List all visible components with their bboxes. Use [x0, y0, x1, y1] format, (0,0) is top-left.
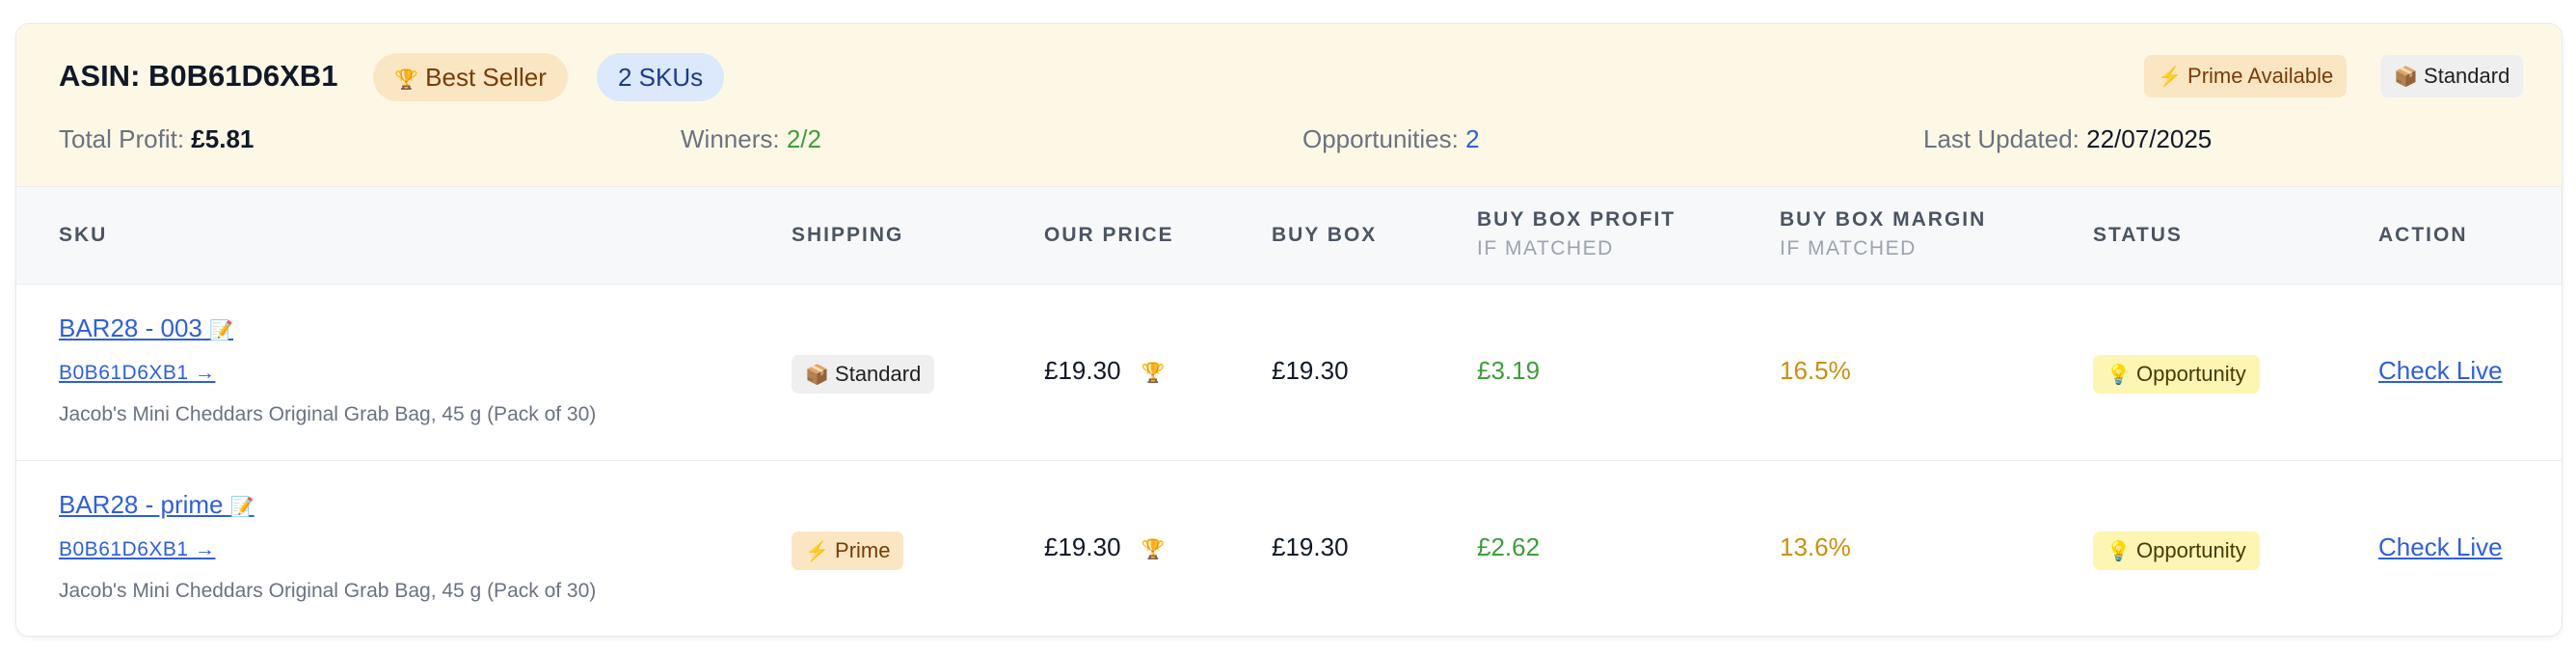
opportunities-label: Opportunities: [1302, 124, 1459, 153]
total-profit-label: Total Profit: [59, 124, 185, 153]
trophy-icon: 🏆 [1140, 363, 1166, 384]
column-header-our-price: OUR PRICE [1044, 224, 1174, 246]
our-price-value: £19.30 [1044, 356, 1121, 385]
status-badge: 💡 Opportunity [2093, 531, 2260, 570]
buy-box-profit: £2.62 [1477, 532, 1541, 561]
memo-icon: 📝 [209, 320, 234, 341]
product-description: Jacob's Mini Cheddars Original Grab Bag,… [59, 580, 597, 602]
opportunities-stat: Opportunities: 2 [1302, 124, 1480, 154]
shipping-badge: ⚡ Prime [792, 531, 904, 570]
last-updated-label: Last Updated: [1923, 124, 2080, 153]
column-subheader-profit: IF MATCHED [1477, 237, 1614, 259]
asin-title: ASIN: B0B61D6XB1 [59, 59, 338, 93]
package-icon: 📦 [2394, 67, 2418, 88]
opportunities-value: 2 [1465, 124, 1480, 153]
card-header: ASIN: B0B61D6XB1 🏆 Best Seller 2 SKUs ⚡ … [16, 24, 2562, 187]
asin-link[interactable]: B0B61D6XB1 → [59, 362, 215, 385]
total-profit-stat: Total Profit: £5.81 [59, 124, 254, 154]
trophy-icon: 🏆 [394, 69, 418, 91]
winners-stat: Winners: 2/2 [681, 124, 821, 154]
package-icon: 📦 [805, 365, 829, 386]
shipping-badge: 📦 Standard [792, 355, 935, 394]
lightning-icon: ⚡ [2158, 67, 2182, 88]
shipping-label: Standard [835, 362, 922, 386]
winners-label: Winners: [681, 124, 780, 153]
buy-box-price: £19.30 [1272, 356, 1349, 385]
lightning-icon: ⚡ [805, 541, 829, 562]
table-row: BAR28 - prime 📝 B0B61D6XB1 → Jacob's Min… [16, 461, 2562, 636]
column-header-action: ACTION [2378, 224, 2468, 246]
column-header-sku: SKU [59, 224, 108, 246]
sku-link-text[interactable]: BAR28 - prime [59, 490, 224, 519]
best-seller-badge: 🏆 Best Seller [373, 53, 568, 101]
prime-available-label: Prime Available [2187, 64, 2334, 88]
our-price-value: £19.30 [1044, 532, 1121, 561]
sku-count-badge: 2 SKUs [597, 53, 725, 101]
shipping-label: Prime [835, 538, 891, 562]
sku-link[interactable]: BAR28 - prime 📝 [59, 490, 255, 520]
standard-tag: 📦 Standard [2380, 55, 2524, 97]
prime-available-tag: ⚡ Prime Available [2144, 55, 2348, 97]
memo-icon: 📝 [229, 497, 255, 518]
total-profit-value: £5.81 [191, 124, 255, 153]
lightbulb-icon: 💡 [2106, 541, 2131, 562]
column-header-buy-box-margin: BUY BOX MARGIN [1780, 208, 1987, 231]
product-description: Jacob's Mini Cheddars Original Grab Bag,… [59, 403, 597, 425]
trophy-icon: 🏆 [1140, 539, 1166, 560]
our-price: £19.30 🏆 [1044, 532, 1166, 562]
table-row: BAR28 - 003 📝 B0B61D6XB1 → Jacob's Mini … [16, 285, 2562, 461]
last-updated-stat: Last Updated: 22/07/2025 [1923, 124, 2212, 154]
status-label: Opportunity [2136, 538, 2246, 562]
column-header-buy-box: BUY BOX [1272, 224, 1378, 246]
check-live-link[interactable]: Check Live [2378, 532, 2503, 562]
status-badge: 💡 Opportunity [2093, 355, 2260, 394]
column-header-status: STATUS [2093, 224, 2183, 246]
our-price: £19.30 🏆 [1044, 356, 1166, 386]
sku-link-text[interactable]: BAR28 - 003 [59, 313, 202, 342]
last-updated-value: 22/07/2025 [2086, 124, 2213, 153]
sku-link[interactable]: BAR28 - 003 📝 [59, 313, 233, 343]
table-header: SKU SHIPPING OUR PRICE BUY BOX BUY BOX P… [16, 187, 2562, 285]
lightbulb-icon: 💡 [2106, 365, 2131, 386]
buy-box-margin: 13.6% [1780, 532, 1851, 561]
buy-box-price: £19.30 [1272, 532, 1349, 561]
buy-box-profit: £3.19 [1477, 356, 1541, 385]
column-header-buy-box-profit: BUY BOX PROFIT [1477, 208, 1677, 231]
winners-value: 2/2 [786, 124, 821, 153]
asin-link[interactable]: B0B61D6XB1 → [59, 538, 215, 561]
buy-box-margin: 16.5% [1780, 356, 1851, 385]
column-subheader-margin: IF MATCHED [1780, 237, 1917, 259]
column-header-shipping: SHIPPING [792, 224, 904, 246]
best-seller-label: Best Seller [425, 63, 547, 92]
status-label: Opportunity [2136, 362, 2246, 386]
check-live-link[interactable]: Check Live [2378, 356, 2503, 386]
product-card: ASIN: B0B61D6XB1 🏆 Best Seller 2 SKUs ⚡ … [15, 23, 2563, 637]
standard-label: Standard [2424, 64, 2510, 88]
